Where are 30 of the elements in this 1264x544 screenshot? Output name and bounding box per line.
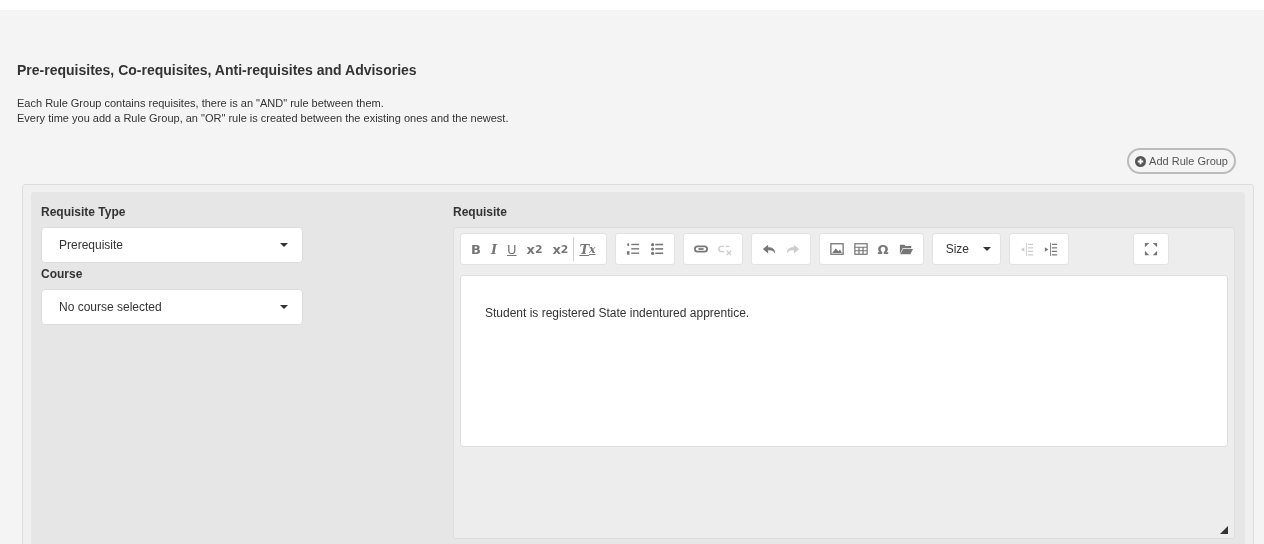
description-text: Every time you add a Rule Group, an "OR" rule is created between the existing ones and the newest. [17,111,510,126]
add-rule-group-button[interactable]: Add Rule Group [1127,148,1236,174]
bullet-list-icon [649,242,664,256]
editor-content-text: Student is registered State indentured apprentice. [485,306,751,320]
underline-button[interactable]: U [502,237,522,261]
redo-icon [785,242,800,256]
numbered-list-icon [625,242,640,256]
section-title: Pre-requisites, Co-requisites, Anti-requisites and Advisories [17,61,418,78]
bold-button[interactable]: B [466,237,486,261]
field-label: Requisite Type [41,205,127,221]
caret-icon [982,247,991,251]
requisite-type-dropdown[interactable]: Prerequisite [41,227,303,263]
image-icon [829,242,844,256]
caret-icon [280,243,288,247]
course-dropdown[interactable]: No course selected [41,289,303,325]
plus-circle-icon [1135,155,1147,167]
italic-button[interactable]: I [485,237,502,261]
description-text: Each Rule Group contains requisites, there is an "AND" rule between them. [17,96,385,111]
field-label: Course [41,267,84,283]
resize-handle-icon[interactable] [1220,526,1228,534]
folder-icon [898,242,913,256]
field-label: Requisite [453,205,508,221]
omega-button[interactable]: Ω [872,237,894,261]
table-icon [853,242,868,256]
caret-icon [280,305,288,309]
undo-icon [761,242,776,256]
outdent-icon [1019,242,1034,256]
maximize-icon [1144,242,1158,256]
editor-text-area[interactable]: Student is registered State indentured apprentice. [460,275,1228,447]
indent-icon [1043,242,1058,256]
